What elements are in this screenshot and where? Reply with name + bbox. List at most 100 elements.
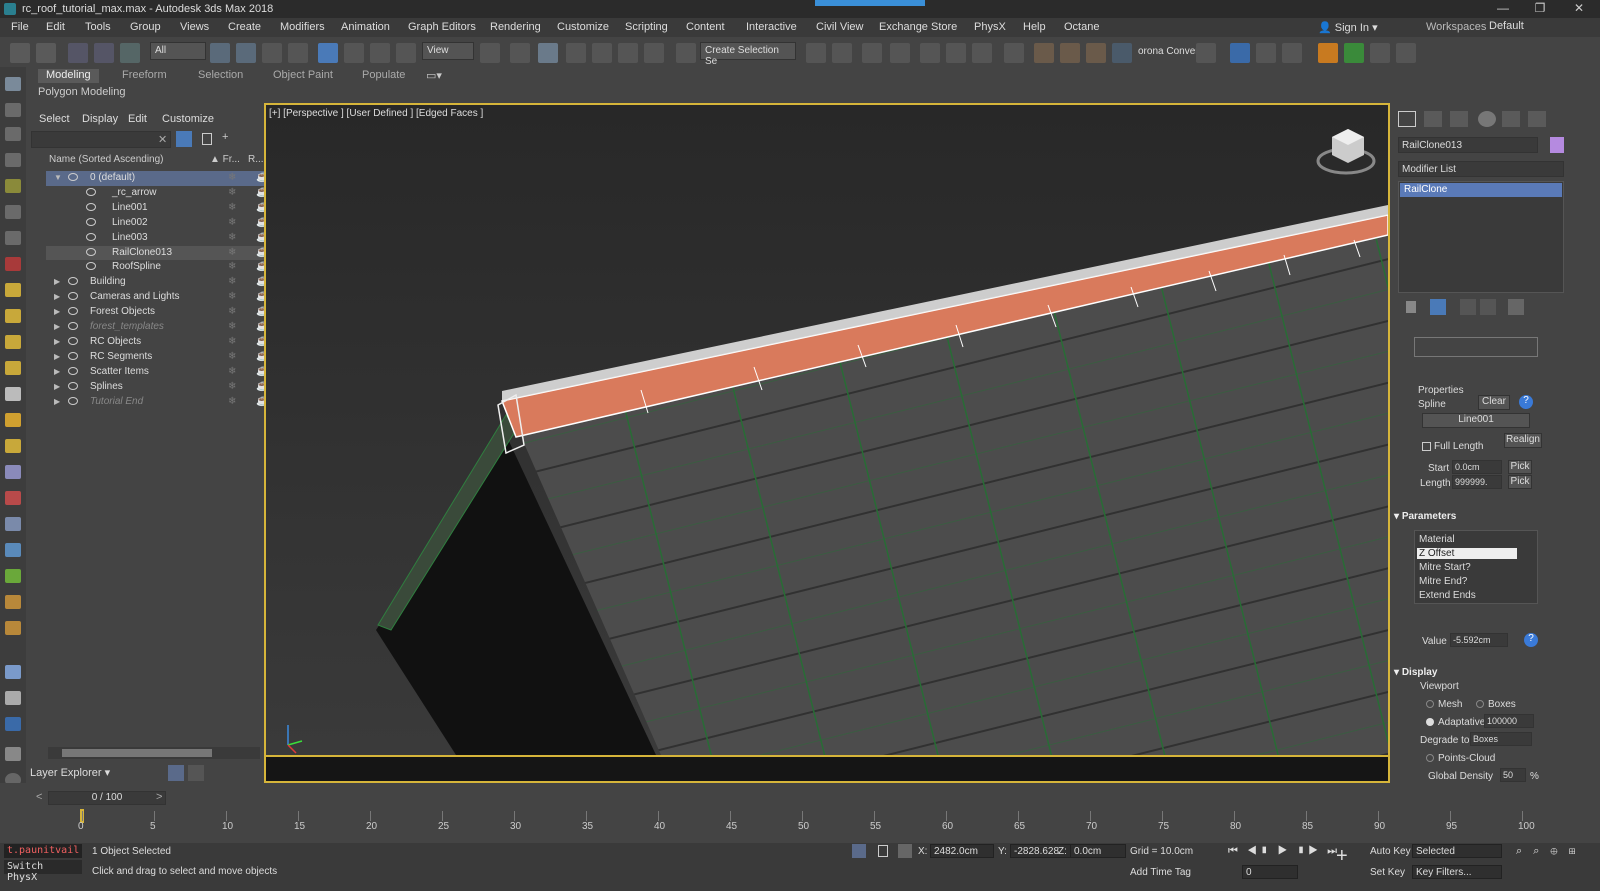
visibility-eye-icon[interactable] [68,307,78,316]
selection-lock-icon[interactable] [878,845,888,857]
freeze-icon[interactable]: ❄ [228,351,236,362]
minimize-button[interactable]: — [1488,1,1518,17]
points-cloud-radio[interactable] [1426,754,1434,762]
forest-icon[interactable] [5,569,21,583]
freeze-icon[interactable]: ❄ [228,247,236,258]
corona-converter-icon[interactable] [1112,43,1132,63]
length-pick-button[interactable]: Pick [1508,475,1532,489]
visibility-eye-icon[interactable] [86,187,96,196]
help-icon[interactable]: ? [1519,395,1533,409]
freeze-icon[interactable]: ❄ [228,217,236,228]
explorer-menu-select[interactable]: Select [39,113,70,125]
motion-icon[interactable] [5,153,21,167]
menu-physx[interactable]: PhysX [974,21,1006,33]
render-frame-icon[interactable] [1060,43,1080,63]
workspaces-dropdown[interactable]: Default [1486,20,1590,35]
object-color-swatch[interactable] [1550,137,1564,153]
helper-icon[interactable] [5,231,21,245]
hierarchy-tab-icon[interactable] [1450,111,1468,127]
modify-tab-icon[interactable] [1424,111,1442,127]
length-spinner[interactable]: 999999. [1452,475,1502,489]
layer-tree-row[interactable]: Line001 ❄ ☕ [46,201,268,216]
select-manipulate-icon[interactable] [510,43,530,63]
layer-tree-row[interactable]: ▶ Scatter Items ❄ ☕ [46,365,268,380]
set-key-button[interactable]: Set Key [1370,867,1405,878]
layer-tree-row[interactable]: Line002 ❄ ☕ [46,216,268,231]
torus-icon[interactable] [5,361,21,375]
render-icon[interactable] [1086,43,1106,63]
filter-icon[interactable] [176,131,192,147]
redo-icon[interactable] [36,43,56,63]
maxscript-listener-field[interactable]: t.paunitvail [4,844,82,858]
expand-arrow-icon[interactable]: ▶ [54,367,60,376]
curve-editor-icon[interactable] [946,43,966,63]
railclone-icon[interactable] [1230,43,1250,63]
tab-selection[interactable]: Selection [198,69,243,83]
modifier-railclone[interactable]: RailClone [1400,183,1562,197]
clear-search-icon[interactable]: ✕ [158,133,167,146]
timeline-track[interactable]: 0 5 10 15 20 25 30 35 40 45 50 55 60 65 70 75 80 85 90 95 10… [78,811,1550,839]
display-rollout-header[interactable]: ▾ Display [1394,667,1564,681]
layer-tree-row[interactable]: RoofSpline ❄ ☕ [46,260,268,275]
isolate-icon[interactable] [852,844,866,858]
layer-tree-row[interactable]: ▶ RC Segments ❄ ☕ [46,350,268,365]
particle-icon[interactable] [5,465,21,479]
render-setup-icon[interactable] [1034,43,1054,63]
select-by-name-icon[interactable] [236,43,256,63]
freeze-icon[interactable]: ❄ [228,366,236,377]
max-icon[interactable] [5,717,21,731]
param-mitre-start[interactable]: Mitre Start? [1419,562,1471,573]
systems-icon[interactable] [5,283,21,297]
menu-scripting[interactable]: Scripting [625,21,668,33]
show-end-result-icon[interactable] [1430,299,1446,315]
close-button[interactable]: ✕ [1564,1,1594,17]
lock-icon[interactable] [202,133,212,145]
schematic-icon[interactable] [972,43,992,63]
z-coordinate-field[interactable]: 0.0cm [1070,844,1126,858]
visibility-eye-icon[interactable] [86,217,96,226]
auto-key-button[interactable]: Auto Key [1370,846,1411,857]
forestpack-icon[interactable] [1318,43,1338,63]
tab-populate[interactable]: Populate [362,69,405,83]
start-pick-button[interactable]: Pick [1508,460,1532,474]
menu-create[interactable]: Create [228,21,261,33]
perspective-viewport[interactable]: [+] [Perspective ] [User Defined ] [Edge… [264,103,1390,757]
motion-tab-icon[interactable] [1478,111,1496,127]
link-icon[interactable] [68,43,88,63]
global-density-spinner[interactable]: 50 [1500,768,1526,782]
configure-sets-icon[interactable] [1508,299,1524,315]
percent-snap-icon[interactable] [618,43,638,63]
full-length-checkbox[interactable] [1422,442,1431,451]
prev-frame-icon[interactable]: < [36,791,42,803]
remove-modifier-icon[interactable] [1480,299,1496,315]
expand-arrow-icon[interactable]: ▶ [54,382,60,391]
param-z-offset[interactable]: Z Offset [1417,548,1517,559]
freeze-icon[interactable]: ❄ [228,291,236,302]
expand-arrow-icon[interactable]: ▶ [54,277,60,286]
visibility-eye-icon[interactable] [86,232,96,241]
start-spinner[interactable]: 0.0cm [1452,460,1502,474]
gear-icon[interactable] [5,621,21,635]
selection-set-dropdown[interactable]: Create Selection Se [700,42,796,67]
tools-icon[interactable] [1256,43,1276,63]
tab-modeling[interactable]: Modeling [38,69,99,83]
expand-arrow-icon[interactable]: ▶ [54,352,60,361]
display-tab-icon[interactable] [1502,111,1520,127]
sphere-blue-icon[interactable] [5,665,21,679]
visibility-eye-icon[interactable] [68,366,78,375]
table-icon[interactable] [1396,43,1416,63]
edit-named-selection-icon[interactable] [676,43,696,63]
character-icon[interactable] [5,517,21,531]
add-layer-icon[interactable]: + [222,131,228,143]
freeze-icon[interactable]: ❄ [228,306,236,317]
x-coordinate-field[interactable]: 2482.0cm [930,844,994,858]
snaps-toggle-icon[interactable] [566,43,586,63]
menu-rendering[interactable]: Rendering [490,21,541,33]
expand-arrow-icon[interactable]: ▶ [54,337,60,346]
ribbon-icon[interactable] [920,43,940,63]
value-help-icon[interactable]: ? [1524,633,1538,647]
wrench-icon[interactable] [1370,43,1390,63]
expand-arrow-icon[interactable]: ▶ [54,322,60,331]
viewport-nav-icons[interactable]: ⌕ ⌕ ⊕ ⊞ [1516,845,1580,858]
expand-arrow-icon[interactable]: ▶ [54,307,60,316]
